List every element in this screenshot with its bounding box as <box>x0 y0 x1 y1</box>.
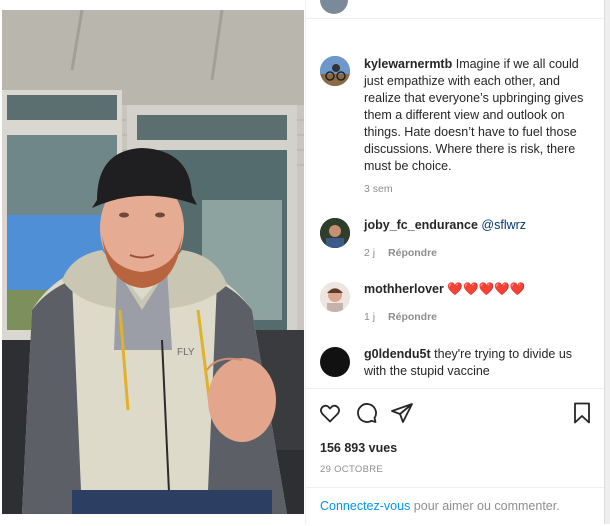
caption-time[interactable]: 3 sem <box>364 183 393 195</box>
comment-meta: 1 j Répondre <box>364 311 437 323</box>
caption-text: kylewarnermtb Imagine if we all could ju… <box>364 56 596 175</box>
view-count[interactable]: 156 893 vues <box>320 441 397 455</box>
comment-text: g0ldendu5t they're trying to divide us w… <box>364 346 596 380</box>
comment-username[interactable]: joby_fc_endurance <box>364 218 478 232</box>
comment-username[interactable]: mothherlover <box>364 282 444 296</box>
login-prompt: Connectez-vous pour aimer ou commenter. <box>306 487 605 526</box>
reply-button[interactable]: Répondre <box>388 247 437 259</box>
heart-icon[interactable] <box>318 401 342 425</box>
caption-time-text: 3 sem <box>364 183 393 195</box>
post-sidebar: kylewarnermtb Imagine if we all could ju… <box>305 0 605 524</box>
comment-text: joby_fc_endurance @sflwrz <box>364 217 596 234</box>
mountain-biker-avatar-icon <box>320 56 350 86</box>
comment-avatar[interactable] <box>320 218 350 248</box>
comment-time[interactable]: 1 j <box>364 311 375 323</box>
user-photo-icon <box>320 218 350 248</box>
comment-text: mothherlover ❤️❤️❤️❤️❤️ <box>364 281 596 298</box>
caption-avatar[interactable] <box>320 56 350 86</box>
bookmark-icon[interactable] <box>570 401 594 425</box>
reply-button[interactable]: Répondre <box>388 311 437 323</box>
login-prompt-text: pour aimer ou commenter. <box>410 499 560 513</box>
video-frame-illustration: FLY <box>2 10 304 514</box>
paper-plane-icon[interactable] <box>390 401 414 425</box>
comment-avatar[interactable] <box>320 347 350 377</box>
login-link[interactable]: Connectez-vous <box>320 499 410 513</box>
comment-bubble-icon[interactable] <box>354 401 378 425</box>
user-photo-icon <box>320 282 350 312</box>
comment-meta: 2 j Répondre <box>364 247 437 259</box>
post-video[interactable]: FLY <box>2 10 304 514</box>
post-modal: FLY kylewarnermtb Imagine if we all coul… <box>0 0 610 524</box>
post-header <box>306 0 605 19</box>
comment-time[interactable]: 2 j <box>364 247 375 259</box>
post-date[interactable]: 29 OCTOBRE <box>320 464 383 475</box>
comments-list: kylewarnermtb Imagine if we all could ju… <box>306 18 605 388</box>
post-actions: 156 893 vues 29 OCTOBRE Connectez-vous p… <box>306 388 605 525</box>
comment-avatar[interactable] <box>320 282 350 312</box>
scrollbar[interactable] <box>604 0 610 524</box>
caption-body: Imagine if we all could just empathize w… <box>364 57 584 173</box>
caption-username[interactable]: kylewarnermtb <box>364 57 452 71</box>
comment-hearts: ❤️❤️❤️❤️❤️ <box>447 282 526 296</box>
svg-text:FLY: FLY <box>177 347 195 358</box>
comment-username[interactable]: g0ldendu5t <box>364 347 431 361</box>
author-avatar[interactable] <box>320 0 348 14</box>
comment-mention-link[interactable]: @sflwrz <box>481 218 526 232</box>
